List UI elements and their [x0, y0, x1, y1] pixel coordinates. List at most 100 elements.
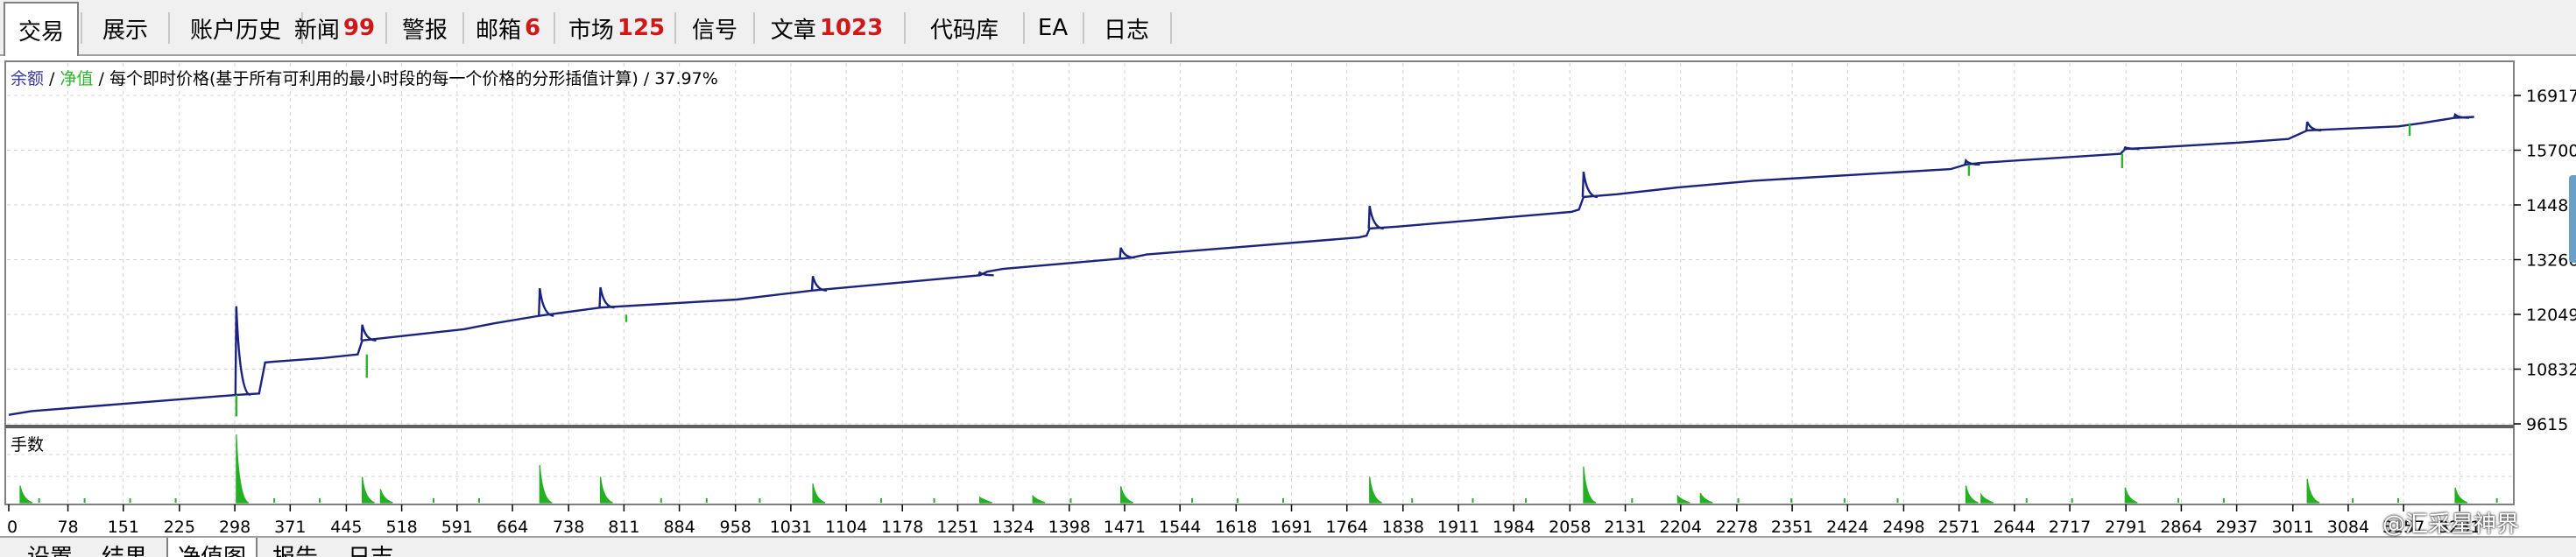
tab-5[interactable]: 邮箱 6: [464, 4, 552, 53]
x-tick-label: 225: [164, 518, 195, 537]
x-tick-label: 1838: [1382, 518, 1424, 537]
x-tick-label: 2058: [1549, 518, 1591, 537]
tab-label: 警报: [401, 17, 448, 44]
x-tick-label: 1691: [1270, 518, 1312, 537]
bottom-tab-3[interactable]: 报告: [261, 538, 329, 557]
tab-label: 账户历史: [189, 17, 281, 44]
tab-6[interactable]: 市场 125: [561, 4, 673, 53]
tab-badge: 1023: [819, 15, 884, 41]
tab-separator: [904, 12, 906, 44]
x-tick-label: 591: [441, 518, 473, 537]
y-tick-label: 9615: [2526, 415, 2568, 434]
x-tick-label: 445: [330, 518, 362, 537]
x-tick-label: 3011: [2272, 518, 2314, 537]
x-tick-label: 1178: [881, 518, 923, 537]
x-tick-label: 78: [57, 518, 78, 537]
x-tick-label: 2351: [1771, 518, 1813, 537]
legend-description: / 每个即时价格(基于所有可利用的最小时段的每一个价格的分形插值计算) / 37…: [94, 69, 718, 88]
bottom-tab-0[interactable]: 设置: [18, 538, 82, 557]
tab-label: 邮箱: [475, 17, 521, 44]
y-tick-label: 12049: [2526, 306, 2576, 325]
tab-11[interactable]: 日志: [1084, 4, 1168, 53]
tab-label: 市场: [568, 17, 614, 44]
x-tick-label: 2278: [1716, 518, 1758, 537]
x-tick-label: 2131: [1604, 518, 1646, 537]
y-tick-label: 10832: [2526, 361, 2576, 380]
x-tick-label: 1764: [1326, 518, 1368, 537]
x-tick-label: 811: [608, 518, 639, 537]
x-tick-label: 371: [274, 518, 306, 537]
x-tick-label: 1984: [1493, 518, 1535, 537]
chart-legend: 余额 / 净值 / 每个即时价格(基于所有可利用的最小时段的每一个价格的分形插值…: [11, 69, 718, 88]
tab-0[interactable]: 交易: [4, 2, 79, 56]
x-tick-label: 738: [553, 518, 584, 537]
tab-badge: 6: [524, 15, 541, 41]
x-tick-label: 2644: [1994, 518, 2036, 537]
x-tick-label: 0: [7, 518, 18, 537]
x-tick-label: 1911: [1437, 518, 1479, 537]
legend-equity: 净值: [60, 69, 94, 88]
x-tick-label: 1324: [992, 518, 1034, 537]
volume-panel-title: 手数: [11, 435, 44, 455]
x-tick-label: 1031: [770, 518, 812, 537]
x-tick-label: 518: [385, 518, 417, 537]
x-tick-label: 2204: [1660, 518, 1702, 537]
x-tick-label: 2791: [2105, 518, 2147, 537]
x-tick-label: 1251: [936, 518, 978, 537]
scroll-handle[interactable]: [2569, 175, 2576, 263]
tab-separator: [385, 12, 387, 44]
x-tick-label: 3084: [2327, 518, 2369, 537]
tab-3[interactable]: 新闻 99: [286, 4, 384, 53]
x-tick-label: 2864: [2160, 518, 2202, 537]
tab-separator: [81, 12, 82, 44]
tab-8[interactable]: 文章 1023: [752, 4, 902, 53]
tab-label: 信号: [691, 17, 738, 44]
tab-1[interactable]: 展示: [84, 4, 166, 53]
tab-separator: [674, 12, 676, 44]
legend-balance: 余额: [11, 69, 44, 88]
top-tab-bar: 交易 展示 账户历史 新闻 99 警报 邮箱 6 市场 125 信号 文章 1023 代码库 EA 日志: [0, 0, 2576, 56]
tab-label: 展示: [102, 17, 148, 44]
tab-badge: 125: [617, 15, 666, 41]
x-tick-label: 664: [497, 518, 528, 537]
x-tick-label: 2717: [2049, 518, 2091, 537]
tab-separator: [1170, 12, 1172, 44]
x-tick-label: 884: [663, 518, 695, 537]
x-tick-label: 1471: [1104, 518, 1146, 537]
x-tick-label: 1544: [1159, 518, 1201, 537]
x-tick-label: 298: [219, 518, 251, 537]
x-tick-label: 2937: [2215, 518, 2257, 537]
x-tick-label: 2424: [1826, 518, 1868, 537]
watermark: @汇采星神界: [2382, 511, 2520, 538]
tab-7[interactable]: 信号: [678, 4, 752, 53]
tab-2[interactable]: 账户历史: [172, 4, 300, 53]
legend-sep: /: [44, 69, 60, 88]
tab-label: 交易: [18, 18, 64, 46]
equity-chart-svg: 1691715700144831326612049108329615 0 78 15…: [0, 56, 2576, 538]
tab-9[interactable]: 代码库: [907, 4, 1021, 53]
bottom-tab-2[interactable]: 净值图: [166, 538, 258, 557]
tab-label: 新闻: [293, 17, 340, 44]
x-tick-label: 1398: [1048, 518, 1090, 537]
bottom-tab-bar: 设置结果净值图报告日志: [0, 536, 2576, 557]
tab-label: EA: [1037, 15, 1069, 41]
x-tick-label: 958: [720, 518, 752, 537]
x-tick-label: 2571: [1937, 518, 1980, 537]
tab-label: 文章: [770, 17, 816, 44]
tab-label: 代码库: [929, 17, 999, 44]
tab-10[interactable]: EA: [1025, 4, 1081, 53]
bottom-tab-4[interactable]: 日志: [336, 538, 405, 557]
tab-separator: [168, 12, 170, 44]
tab-4[interactable]: 警报: [389, 4, 461, 53]
x-tick-label: 1618: [1215, 518, 1257, 537]
x-tick-label: 151: [108, 518, 139, 537]
tab-separator: [554, 12, 555, 44]
tab-label: 日志: [1103, 17, 1149, 44]
x-tick-label: 1104: [825, 518, 867, 537]
equity-chart: 16917 15700 14483 13266 12049 10832 9615 0 78 15…: [0, 56, 2576, 538]
x-tick-label: 2498: [1882, 518, 1924, 537]
y-tick-label: 15700: [2526, 142, 2576, 161]
bottom-tab-1[interactable]: 结果: [88, 538, 161, 557]
y-tick-label: 16917: [2526, 87, 2576, 106]
tab-badge: 99: [342, 15, 376, 41]
